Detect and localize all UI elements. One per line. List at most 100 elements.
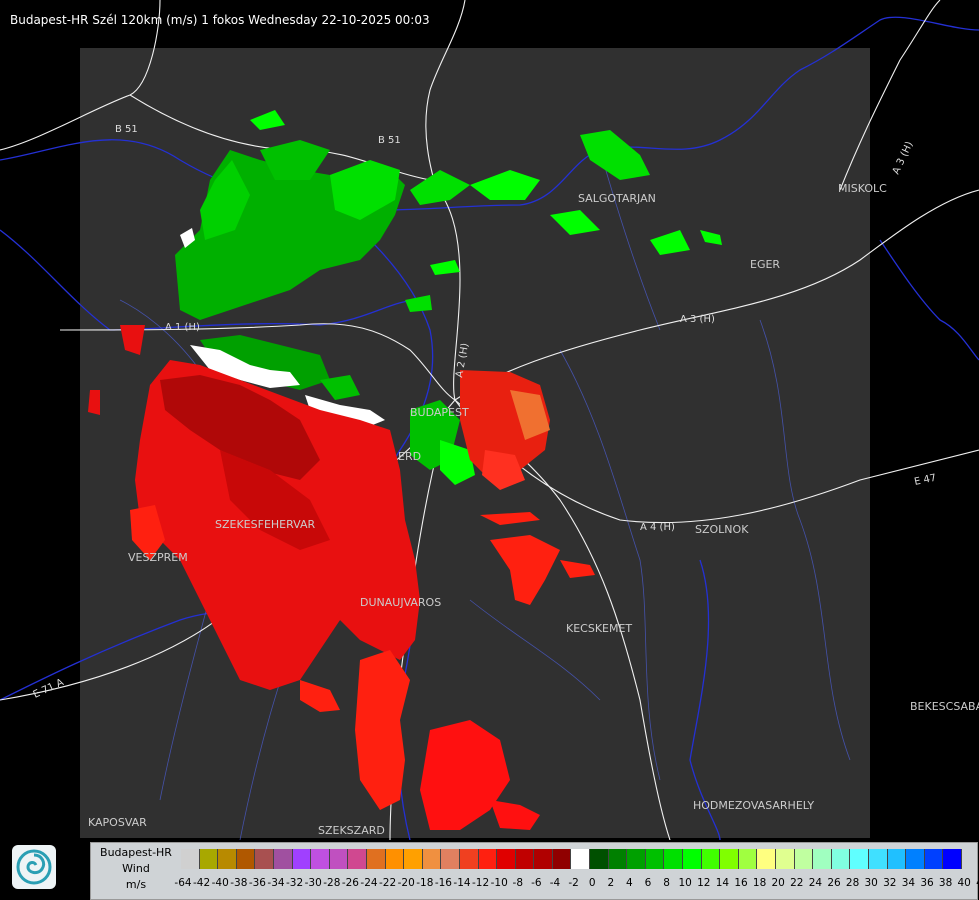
- legend-swatch: [776, 849, 795, 869]
- city-label-hodmezovasarhely: HODMEZOVASARHELY: [693, 799, 814, 812]
- legend-tick-label: 12: [697, 877, 711, 889]
- legend-tick-label: -8: [512, 877, 524, 889]
- legend-swatch: [887, 849, 907, 869]
- legend-tick-label: 8: [663, 877, 670, 889]
- legend-tick-label: -26: [341, 877, 359, 889]
- city-label-szekesfehervar: SZEKESFEHERVAR: [215, 518, 316, 531]
- city-label-dunaujvaros: DUNAUJVAROS: [360, 596, 441, 609]
- legend-tick-label: -42: [193, 877, 211, 889]
- legend-tick-label: -2: [568, 877, 579, 889]
- legend-swatch: [218, 849, 237, 869]
- legend-tick-label: -10: [490, 877, 508, 889]
- legend-swatch: [943, 849, 962, 869]
- legend-tick-label: 2: [607, 877, 615, 889]
- legend-swatch: [329, 849, 349, 869]
- legend-tick-label: -24: [360, 877, 378, 889]
- legend-swatch: [497, 849, 516, 869]
- legend-swatch: [404, 849, 423, 869]
- swirl-logo-icon: [16, 849, 52, 885]
- legend-swatch: [627, 849, 646, 869]
- legend-tick-label: -38: [230, 877, 248, 889]
- legend-tick-label: 30: [864, 877, 878, 889]
- legend-swatch: [590, 849, 609, 869]
- road-label-a3-north: A 3 (H): [891, 140, 916, 176]
- legend-swatch: [831, 849, 851, 869]
- legend-swatch: [199, 849, 219, 869]
- legend-swatch: [181, 849, 200, 869]
- legend-swatch: [273, 849, 293, 869]
- color-legend: Budapest-HR Wind m/s -64 -42 -40 -38 -36 -34-…: [90, 842, 979, 900]
- legend-tick-label: -18: [416, 877, 434, 889]
- legend-tick-label: 20: [771, 877, 785, 889]
- legend-tick-label: -36: [248, 877, 266, 889]
- legend-swatch: [478, 849, 498, 869]
- legend-tick-label: -32: [286, 877, 304, 889]
- road-label-b51-east: B 51: [378, 135, 401, 146]
- legend-tick-label: 28: [845, 877, 860, 889]
- legend-swatch: [571, 849, 591, 869]
- legend-swatch: [868, 849, 888, 869]
- legend-swatch: [701, 849, 721, 869]
- legend-swatch: [385, 849, 405, 869]
- city-label-szekszard: SZEKSZARD: [318, 824, 385, 837]
- legend-swatch: [683, 849, 702, 869]
- legend-tick-label: 10: [678, 877, 692, 889]
- legend-tick-label: 16: [734, 877, 748, 889]
- legend-swatch: [906, 849, 925, 869]
- legend-swatch: [236, 849, 256, 869]
- radar-map: SALGOTARJAN MISKOLC EGER BUDAPEST ERD SZ…: [0, 0, 979, 840]
- legend-tick-label: 22: [790, 877, 804, 889]
- legend-tick-label: 34: [901, 877, 916, 889]
- legend-swatch: [515, 849, 535, 869]
- city-label-erd: ERD: [398, 450, 421, 463]
- legend-tick-label: 26: [827, 877, 841, 889]
- road-label-a4: A 4 (H): [640, 522, 675, 533]
- city-label-szolnok: SZOLNOK: [695, 523, 749, 536]
- legend-ticks: -64 -42 -40 -38 -36 -34 -32 -30 -28 -26 -24 -22 -20-…: [174, 877, 979, 891]
- legend-swatch: [850, 849, 869, 869]
- city-label-budapest: BUDAPEST: [410, 406, 469, 419]
- legend-swatch: [348, 849, 367, 869]
- road-label-a1: A 1 (H): [165, 322, 200, 333]
- legend-tick-label: 38: [938, 877, 953, 889]
- legend-tick-label: -34: [267, 877, 285, 889]
- legend-swatch: [366, 849, 386, 869]
- legend-swatch: [552, 849, 572, 869]
- legend-tick-label: 32: [883, 877, 897, 889]
- legend-tick-label: 0: [588, 877, 596, 889]
- legend-swatch: [534, 849, 553, 869]
- city-label-eger: EGER: [750, 258, 780, 271]
- legend-swatch: [311, 849, 330, 869]
- legend-tick-label: 40: [957, 877, 971, 889]
- legend-swatch: [255, 849, 274, 869]
- legend-swatches: [181, 849, 962, 869]
- legend-swatch: [924, 849, 944, 869]
- legend-swatch: [441, 849, 460, 869]
- legend-tick-label: 4: [626, 877, 633, 889]
- legend-swatch: [813, 849, 832, 869]
- legend-title-radar: Budapest-HR: [100, 846, 172, 859]
- city-label-veszprem: VESZPREM: [128, 551, 188, 564]
- legend-swatch: [664, 849, 684, 869]
- legend-tick-label: -28: [323, 877, 341, 889]
- road-label-b51-west: B 51: [115, 124, 138, 135]
- legend-tick-label: -12: [472, 877, 490, 889]
- road-label-e47: E 47: [913, 473, 937, 488]
- legend-tick-label: -40: [211, 877, 229, 889]
- legend-tick-label: -22: [379, 877, 397, 889]
- legend-tick-label: 14: [715, 877, 730, 889]
- legend-swatch: [720, 849, 739, 869]
- city-label-kaposvar: KAPOSVAR: [88, 816, 147, 829]
- legend-swatch: [757, 849, 776, 869]
- legend-swatch: [738, 849, 758, 869]
- legend-swatch: [608, 849, 628, 869]
- city-label-salgotarjan: SALGOTARJAN: [578, 192, 656, 205]
- legend-tick-label: 18: [752, 877, 767, 889]
- legend-swatch: [794, 849, 814, 869]
- city-label-bekescsaba: BEKESCSABA: [910, 700, 979, 713]
- legend-swatch: [459, 849, 479, 869]
- legend-tick-label: -16: [434, 877, 452, 889]
- legend-tick-label: 6: [644, 877, 652, 889]
- legend-tick-label: 36: [920, 877, 934, 889]
- legend-swatch: [292, 849, 312, 869]
